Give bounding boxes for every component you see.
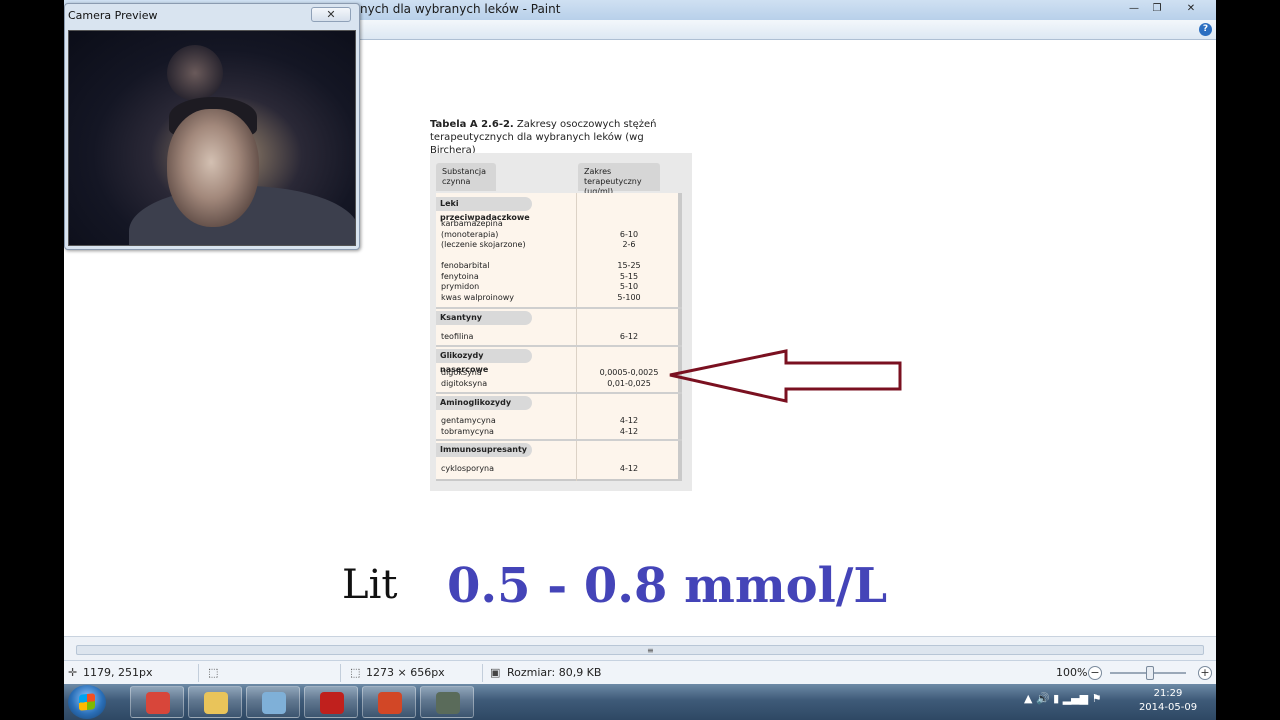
drug-name: fenobarbital: [441, 261, 490, 270]
selection-size-icon: ⬚: [208, 666, 219, 679]
group-header: Ksantyny: [436, 311, 532, 325]
group-divider: [436, 439, 682, 441]
drug-range: 4-12: [619, 426, 639, 436]
zoom-in-button[interactable]: +: [1198, 666, 1212, 680]
webcam-feed: [68, 30, 356, 246]
pasted-table-image: Tabela A 2.6-2. Zakresy osoczowych stęże…: [430, 118, 692, 491]
caption-number: Tabela A 2.6-2.: [430, 119, 514, 130]
drug-range: 5-15: [619, 271, 639, 281]
drug-table: Substancja czynna Zakres terapeutyczny (…: [430, 153, 692, 491]
camera-close-button[interactable]: ✕: [311, 7, 351, 22]
maximize-button[interactable]: ❐: [1145, 1, 1169, 17]
zoom-out-button[interactable]: −: [1088, 666, 1102, 680]
drug-name: (monoterapia): [441, 229, 499, 239]
drug-name: gentamycyna: [441, 416, 496, 425]
group-header: Immunosupresanty: [436, 443, 532, 457]
windows-taskbar: ▲ 🔊 ▮ ▂▄▆ ⚑ 21:29 2014-05-09: [64, 684, 1216, 720]
red-arrow-shape: [669, 349, 902, 403]
horizontal-scrollbar[interactable]: ≡: [64, 636, 1216, 660]
file-size: Rozmiar: 80,9 KB: [507, 666, 602, 679]
drug-name: digitoksyna: [441, 378, 488, 388]
drug-name: karbamazepina: [441, 219, 503, 228]
minimize-button[interactable]: —: [1122, 1, 1146, 17]
drug-name: tobramycyna: [441, 426, 494, 436]
taskbar-button[interactable]: [362, 686, 416, 718]
person-face: [167, 109, 259, 227]
group-divider: [436, 345, 682, 347]
acrobat-icon: [320, 692, 344, 714]
taskbar-button[interactable]: [130, 686, 184, 718]
paint-icon: [262, 692, 286, 714]
drug-range: 4-12: [619, 464, 639, 473]
zoom-slider-thumb[interactable]: [1146, 666, 1154, 680]
cursor-position-icon: ✛: [68, 666, 78, 679]
lithium-label: Lit: [342, 562, 398, 608]
lithium-range: 0.5 - 0.8 mmol/L: [447, 558, 888, 614]
close-button[interactable]: ✕: [1174, 1, 1208, 17]
taskbar-button[interactable]: [420, 686, 474, 718]
cursor-position: 1179, 251px: [83, 666, 153, 679]
drug-name: digoksyna: [441, 368, 482, 377]
window-title: nych dla wybranych leków - Paint: [360, 2, 561, 16]
scrollbar-thumb[interactable]: ≡: [76, 645, 1204, 655]
clock-date: 2014-05-09: [1138, 702, 1198, 713]
chrome-icon: [146, 692, 170, 714]
table-caption: Tabela A 2.6-2. Zakresy osoczowych stęże…: [430, 118, 692, 157]
clock-time: 21:29: [1153, 688, 1183, 699]
group-header: Glikozydy nasercowe: [436, 349, 532, 374]
group-header: Leki przeciwpadaczkowe: [436, 197, 532, 222]
image-size-icon: ⬚: [350, 666, 361, 679]
camera-window-title: Camera Preview: [68, 9, 158, 22]
drug-name: kwas walproinowy: [441, 292, 515, 302]
group-divider: [436, 392, 682, 394]
drug-name: (leczenie skojarzone): [441, 240, 526, 249]
background-light: [167, 45, 223, 101]
taskbar-button[interactable]: [304, 686, 358, 718]
status-bar: ✛ 1179, 251px ⬚ ⬚ 1273 × 656px ▣ Rozmiar…: [64, 660, 1216, 684]
drug-name: prymidon: [441, 282, 480, 291]
image-size: 1273 × 656px: [366, 666, 445, 679]
taskbar-button[interactable]: [246, 686, 300, 718]
arrow-outline: [669, 349, 902, 403]
system-tray-icons[interactable]: ▲ 🔊 ▮ ▂▄▆ ⚑: [1024, 692, 1101, 705]
status-divider: [198, 664, 199, 682]
camera-app-icon: [436, 692, 460, 714]
camera-preview-window[interactable]: Camera Preview ✕: [64, 3, 360, 250]
windows-logo-icon: [79, 693, 95, 711]
drug-range: 5-100: [617, 292, 641, 302]
start-button[interactable]: [68, 685, 106, 719]
table-body: Leki przeciwpadaczkowe karbamazepina (mo…: [436, 193, 682, 481]
powerpoint-icon: [378, 692, 402, 714]
taskbar-button[interactable]: [188, 686, 242, 718]
drug-range: 6-10: [619, 229, 639, 239]
clock[interactable]: 21:29 2014-05-09: [1126, 687, 1210, 715]
scrollbar-grip-icon: ≡: [647, 646, 654, 655]
drug-range: 6-12: [619, 332, 639, 341]
drug-name: teofilina: [441, 332, 474, 341]
status-divider: [340, 664, 341, 682]
drug-name: fenytoina: [441, 271, 479, 281]
drug-name: cyklosporyna: [441, 464, 495, 473]
drug-range: 5-10: [619, 282, 639, 291]
drug-range: 15-25: [617, 261, 641, 270]
status-divider: [482, 664, 483, 682]
drug-range: 2-6: [622, 240, 636, 249]
explorer-icon: [204, 692, 228, 714]
column-header-range: Zakres terapeutyczny (µg/ml): [578, 163, 660, 196]
group-header: Aminoglikozydy: [436, 396, 532, 410]
column-header-substance: Substancja czynna: [436, 163, 496, 191]
disk-icon: ▣: [490, 666, 501, 679]
drug-range: 4-12: [619, 416, 639, 425]
screen: nych dla wybranych leków - Paint — ❐ ✕ ?…: [64, 0, 1216, 720]
help-icon[interactable]: ?: [1199, 23, 1212, 36]
group-divider: [436, 307, 682, 309]
zoom-level: 100%: [1056, 666, 1088, 679]
